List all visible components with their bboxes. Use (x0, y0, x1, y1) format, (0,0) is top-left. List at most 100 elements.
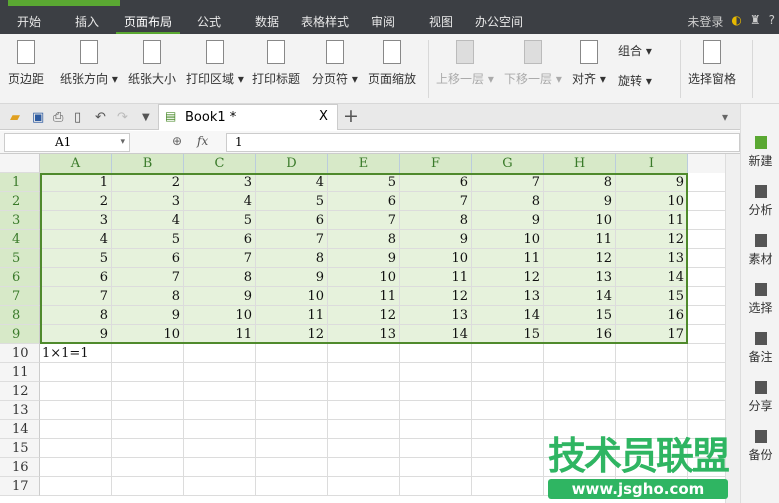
sidebar-item-2[interactable]: 素材 (741, 234, 779, 267)
cell[interactable]: 12 (616, 230, 688, 249)
row-header-1[interactable]: 1 (0, 173, 40, 192)
cell[interactable] (544, 363, 616, 382)
cell[interactable]: 11 (616, 211, 688, 230)
menu-item-0[interactable]: 开始 (0, 8, 58, 34)
cell[interactable]: 10 (112, 325, 184, 344)
cell[interactable]: 4 (112, 211, 184, 230)
row-header-2[interactable]: 2 (0, 192, 40, 211)
tab-book1[interactable]: ▤ Book1 * X (158, 104, 338, 130)
cell[interactable] (112, 401, 184, 420)
cell[interactable] (184, 439, 256, 458)
row-header-15[interactable]: 15 (0, 439, 40, 458)
row-header-6[interactable]: 6 (0, 268, 40, 287)
cell[interactable] (112, 363, 184, 382)
cell[interactable] (544, 382, 616, 401)
column-header-F[interactable]: F (400, 154, 472, 173)
cell[interactable] (256, 420, 328, 439)
cell[interactable]: 17 (616, 325, 688, 344)
cell[interactable] (256, 439, 328, 458)
cell[interactable] (40, 363, 112, 382)
cell[interactable] (472, 420, 544, 439)
print-icon[interactable]: ⎙ (53, 110, 63, 125)
cell[interactable]: 10 (184, 306, 256, 325)
column-header-H[interactable]: H (544, 154, 616, 173)
ribbon-button-7[interactable]: 上移一层 ▾ (436, 40, 494, 87)
cell[interactable]: 15 (544, 306, 616, 325)
cell[interactable]: 12 (544, 249, 616, 268)
column-header-E[interactable]: E (328, 154, 400, 173)
cell[interactable]: 9 (400, 230, 472, 249)
cell[interactable] (688, 268, 725, 287)
cell[interactable]: 6 (256, 211, 328, 230)
cell[interactable] (400, 363, 472, 382)
cell[interactable]: 13 (544, 268, 616, 287)
ribbon-button-10[interactable]: 选择窗格 (688, 40, 736, 87)
cell[interactable] (688, 401, 725, 420)
cell[interactable]: 7 (40, 287, 112, 306)
cell[interactable] (472, 401, 544, 420)
close-tab-button[interactable]: X (319, 109, 328, 124)
cell[interactable]: 11 (184, 325, 256, 344)
column-header-B[interactable]: B (112, 154, 184, 173)
chevron-down-icon[interactable]: ▾ (120, 134, 125, 151)
row-header-16[interactable]: 16 (0, 458, 40, 477)
cell[interactable] (328, 458, 400, 477)
cell[interactable] (40, 420, 112, 439)
cell[interactable] (400, 439, 472, 458)
cell[interactable] (688, 287, 725, 306)
cell[interactable]: 7 (184, 249, 256, 268)
cell[interactable]: 11 (328, 287, 400, 306)
cell[interactable] (472, 344, 544, 363)
cell[interactable] (472, 439, 544, 458)
cell[interactable] (40, 477, 112, 496)
ribbon-button-5[interactable]: 分页符 ▾ (312, 40, 358, 87)
sidebar-item-6[interactable]: 备份 (741, 430, 779, 463)
cell[interactable] (40, 439, 112, 458)
row-header-11[interactable]: 11 (0, 363, 40, 382)
row-header-8[interactable]: 8 (0, 306, 40, 325)
undo-icon[interactable]: ↶ (95, 110, 106, 125)
cell[interactable]: 2 (112, 173, 184, 192)
cell[interactable] (400, 420, 472, 439)
cell[interactable]: 16 (616, 306, 688, 325)
open-icon[interactable]: ▰ (10, 110, 20, 125)
cell[interactable]: 11 (256, 306, 328, 325)
cell[interactable] (688, 211, 725, 230)
cell[interactable] (256, 477, 328, 496)
ribbon-button-4[interactable]: 打印标题 (252, 40, 300, 87)
cell[interactable] (184, 382, 256, 401)
cell[interactable]: 5 (328, 173, 400, 192)
new-tab-button[interactable]: + (343, 105, 359, 127)
cell[interactable]: 9 (616, 173, 688, 192)
cell[interactable]: 3 (40, 211, 112, 230)
menu-item-5[interactable]: 表格样式 (296, 8, 354, 34)
cell[interactable]: 13 (400, 306, 472, 325)
menu-item-1[interactable]: 插入 (58, 8, 116, 34)
ribbon-button-8[interactable]: 下移一层 ▾ (504, 40, 562, 87)
cell[interactable]: 14 (544, 287, 616, 306)
sidebar-item-3[interactable]: 选择 (741, 283, 779, 316)
cell[interactable]: 9 (472, 211, 544, 230)
cell[interactable] (616, 344, 688, 363)
row-header-5[interactable]: 5 (0, 249, 40, 268)
cell[interactable]: 4 (256, 173, 328, 192)
cell[interactable]: 12 (400, 287, 472, 306)
cell[interactable] (256, 458, 328, 477)
cell[interactable] (400, 382, 472, 401)
app-title-tab[interactable] (8, 0, 120, 6)
tab-list-icon[interactable]: ▾ (722, 110, 728, 124)
cell[interactable]: 16 (544, 325, 616, 344)
cell[interactable]: 1 (40, 173, 112, 192)
sidebar-item-5[interactable]: 分享 (741, 381, 779, 414)
cell[interactable]: 7 (112, 268, 184, 287)
cell[interactable] (400, 458, 472, 477)
row-header-9[interactable]: 9 (0, 325, 40, 344)
cell[interactable] (544, 344, 616, 363)
print-preview-icon[interactable]: ▯ (74, 110, 81, 125)
cell[interactable] (616, 401, 688, 420)
cell[interactable] (184, 363, 256, 382)
cell[interactable]: 6 (184, 230, 256, 249)
ribbon-button-1[interactable]: 纸张方向 ▾ (60, 40, 118, 87)
column-header-I[interactable]: I (616, 154, 688, 173)
cell[interactable]: 9 (184, 287, 256, 306)
